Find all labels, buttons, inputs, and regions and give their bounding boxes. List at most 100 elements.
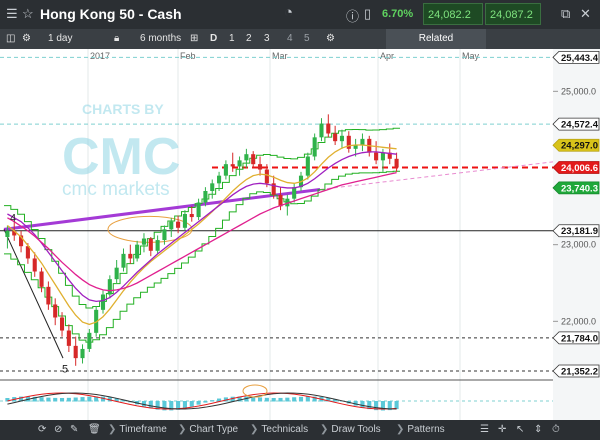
candle-body <box>264 169 269 184</box>
history-icon[interactable]: ⏱︎ <box>552 424 560 435</box>
candle-body <box>196 202 201 218</box>
timeframe-button[interactable]: ❯ Timeframe <box>108 424 167 435</box>
candle-body <box>39 271 44 287</box>
price-chart[interactable]: CHARTS BY CMC cmc markets 2017 Feb Mar Apr M… <box>0 49 600 420</box>
title-bar: ☰ ☆ Hong Kong 50 - Cash ◔ ⓘ ▯ 6.70% 24,0… <box>0 0 600 42</box>
candle-body <box>230 164 235 167</box>
x-axis-label: May <box>462 51 480 61</box>
candle-body <box>5 230 10 237</box>
technicals-button[interactable]: ❯ Technicals <box>250 424 308 435</box>
instrument-title: Hong Kong 50 - Cash <box>40 6 182 22</box>
related-button[interactable]: Related <box>386 29 486 49</box>
interval-selector[interactable]: 1 day <box>48 33 72 44</box>
info-icon[interactable]: ⓘ <box>346 6 359 25</box>
zoom-icon[interactable]: ⊞ <box>190 33 198 44</box>
settings-icon[interactable]: ⚙ <box>22 33 31 44</box>
price-tag: 23,740.3 <box>552 181 600 194</box>
layers-icon[interactable]: ☰ <box>480 424 489 435</box>
sell-price: 24,082.2 <box>428 9 471 21</box>
candle-body <box>182 214 187 228</box>
drawing-tool-1[interactable]: 1 <box>229 33 235 44</box>
indicator-bar <box>66 397 71 402</box>
drawing-tool-4[interactable]: 4 <box>287 33 293 44</box>
x-axis-label: 2017 <box>90 51 110 61</box>
price-tag-label: 25,443.4 <box>561 53 599 64</box>
range-selector[interactable]: 6 months <box>140 33 181 44</box>
candle-body <box>169 221 174 230</box>
chart-type-button[interactable]: ❯ Chart Type <box>178 424 238 435</box>
candle-body <box>257 164 263 170</box>
star-icon[interactable]: ☆ <box>22 6 34 22</box>
price-tag: 21,352.2 <box>552 364 600 377</box>
candle-body <box>251 154 256 165</box>
price-tag-label: 24,297.0 <box>561 141 598 152</box>
indicator-bar <box>394 401 399 410</box>
indicator-bar <box>257 397 263 402</box>
candle-body <box>223 164 228 176</box>
indicator-bar <box>80 397 85 402</box>
price-tag-label: 24,006.6 <box>561 163 598 174</box>
alert-icon[interactable]: ◔ <box>284 4 293 21</box>
indicator-bar <box>264 397 269 402</box>
candle-body <box>148 238 153 251</box>
indicator-bar <box>196 401 201 405</box>
percent-change: 6.70% <box>382 8 414 20</box>
cursor-icon[interactable]: ↖ <box>516 424 524 435</box>
scale-icon[interactable]: ⇕ <box>534 424 542 435</box>
indicator-bar <box>182 401 187 409</box>
chart-settings-icon[interactable]: ⚙ <box>326 33 335 44</box>
candle-body <box>312 137 317 157</box>
buy-price: 24,087.2 <box>490 9 533 21</box>
refresh-icon[interactable]: ⟳ <box>38 424 46 435</box>
draw-tools-button[interactable]: ❯ Draw Tools <box>320 424 381 435</box>
candle-body <box>155 240 160 251</box>
candle-body <box>141 238 147 245</box>
candle-body <box>73 345 78 359</box>
candle-body <box>87 332 92 349</box>
patterns-button[interactable]: ❯ Patterns <box>396 424 445 435</box>
buy-price-button[interactable]: 24,087.2 ⬆ <box>485 3 541 42</box>
price-tag: 24,572.4 <box>552 117 600 131</box>
crosshair-icon[interactable]: ✛ <box>498 424 506 435</box>
candle-body <box>32 258 37 272</box>
watermark-line1: CHARTS BY <box>82 101 164 117</box>
indicator-bar <box>148 401 153 409</box>
candle-body <box>380 152 385 161</box>
chart-style-button[interactable]: D <box>210 33 217 44</box>
block-icon[interactable]: ⊘ <box>54 424 62 435</box>
candle-body <box>244 154 249 161</box>
x-axis-label: Mar <box>272 51 288 61</box>
candle-body <box>135 244 140 259</box>
price-tag: 25,443.4 <box>552 50 600 64</box>
edit-icon[interactable]: ✎ <box>70 424 78 435</box>
indicator-bar <box>189 401 194 407</box>
price-tag-label: 21,784.0 <box>561 333 598 344</box>
drawing-tool-5[interactable]: 5 <box>304 33 310 44</box>
indicator-bar <box>305 396 310 402</box>
price-tag: 23,181.9 <box>552 224 600 237</box>
price-tag: 24,297.0 <box>552 138 600 152</box>
price-tag: 24,006.6 <box>552 161 600 174</box>
candle-body <box>217 175 222 184</box>
panel-icon[interactable]: ◫ <box>6 33 15 44</box>
popout-icon[interactable]: ⧉ <box>561 6 570 22</box>
price-tag-label: 21,352.2 <box>561 366 598 377</box>
trash-icon[interactable]: 🗑︎ <box>88 424 101 435</box>
candle-body <box>305 156 310 176</box>
close-icon[interactable]: ✕ <box>580 6 591 22</box>
menu-icon[interactable]: ☰ <box>6 6 18 22</box>
lock-icon[interactable]: 🔒︎ <box>114 33 119 44</box>
drawing-tool-2[interactable]: 2 <box>246 33 252 44</box>
candle-body <box>189 214 194 218</box>
candle-body <box>66 330 71 346</box>
drawing-tool-3[interactable]: 3 <box>264 33 270 44</box>
price-tag-label: 23,181.9 <box>561 226 598 237</box>
y-tick-label: 23,000.0 <box>561 240 596 250</box>
candle-body <box>176 221 181 228</box>
candle-body <box>237 160 242 167</box>
candle-body <box>100 294 106 310</box>
candle-body <box>46 286 51 305</box>
sell-price-button[interactable]: 24,082.2 <box>423 3 483 25</box>
indicator-bar <box>203 401 208 403</box>
bookmark-icon[interactable]: ▯ <box>364 6 371 22</box>
